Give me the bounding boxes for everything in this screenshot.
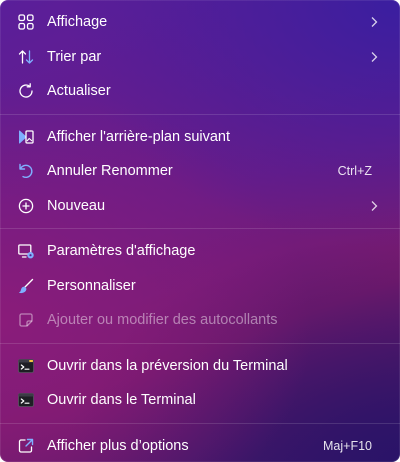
sticker-icon: [16, 310, 36, 330]
keyboard-shortcut: Ctrl+Z: [337, 164, 372, 179]
chevron-right-icon: [368, 200, 380, 212]
menu-item-label: Annuler Renommer: [47, 163, 173, 180]
menu-item-label: Personnaliser: [47, 277, 136, 294]
menu-group-more: Afficher plus d’options Maj+F10: [0, 429, 400, 462]
undo-icon: [16, 161, 36, 181]
menu-item-terminal-preview[interactable]: Ouvrir dans la préversion du Terminal: [0, 349, 400, 384]
menu-item-actualiser[interactable]: Actualiser: [0, 74, 400, 109]
menu-group-actions: Afficher l'arrière-plan suivant Annuler …: [0, 120, 400, 224]
chevron-right-icon: [368, 51, 380, 63]
menu-item-annuler-renommer[interactable]: Annuler Renommer Ctrl+Z: [0, 154, 400, 189]
menu-group-view: Affichage Trier par Actualiser: [0, 5, 400, 109]
menu-item-label: Afficher plus d’options: [47, 437, 189, 454]
menu-item-personnaliser[interactable]: Personnaliser: [0, 269, 400, 304]
refresh-icon: [16, 81, 36, 101]
menu-item-stickers: Ajouter ou modifier des autocollants: [0, 303, 400, 338]
menu-item-terminal[interactable]: Ouvrir dans le Terminal: [0, 383, 400, 418]
menu-item-label: Ajouter ou modifier des autocollants: [47, 312, 278, 329]
menu-group-terminal: Ouvrir dans la préversion du Terminal Ou…: [0, 349, 400, 418]
menu-separator: [0, 228, 400, 229]
chevron-right-icon: [368, 16, 380, 28]
menu-item-label: Ouvrir dans la préversion du Terminal: [47, 357, 288, 374]
menu-item-label: Nouveau: [47, 197, 106, 214]
menu-item-trier-par[interactable]: Trier par: [0, 40, 400, 75]
terminal-icon: [16, 390, 36, 410]
menu-group-personalize: Paramètres d'affichage Personnaliser Ajo…: [0, 234, 400, 338]
menu-item-label: Ouvrir dans le Terminal: [47, 392, 196, 409]
paint-brush-icon: [16, 276, 36, 296]
menu-separator: [0, 342, 400, 344]
more-options-icon: [16, 436, 36, 456]
desktop-context-menu: Affichage Trier par Actualiser Afficher …: [0, 0, 400, 462]
menu-item-label: Actualiser: [47, 83, 111, 100]
next-background-icon: [16, 127, 36, 147]
menu-item-label: Paramètres d'affichage: [47, 243, 196, 260]
terminal-preview-icon: [16, 356, 36, 376]
menu-item-display-settings[interactable]: Paramètres d'affichage: [0, 234, 400, 269]
menu-item-next-background[interactable]: Afficher l'arrière-plan suivant: [0, 120, 400, 155]
menu-item-label: Afficher l'arrière-plan suivant: [47, 128, 231, 145]
menu-item-label: Affichage: [47, 14, 108, 31]
new-plus-circle-icon: [16, 196, 36, 216]
display-settings-icon: [16, 241, 36, 261]
menu-separator: [0, 422, 400, 424]
menu-separator: [0, 113, 400, 115]
menu-item-nouveau[interactable]: Nouveau: [0, 189, 400, 224]
menu-item-affichage[interactable]: Affichage: [0, 5, 400, 40]
view-grid-icon: [16, 12, 36, 32]
keyboard-shortcut: Maj+F10: [323, 438, 372, 453]
menu-item-label: Trier par: [47, 48, 102, 65]
sort-arrows-icon: [16, 47, 36, 67]
menu-item-more-options[interactable]: Afficher plus d’options Maj+F10: [0, 429, 400, 462]
